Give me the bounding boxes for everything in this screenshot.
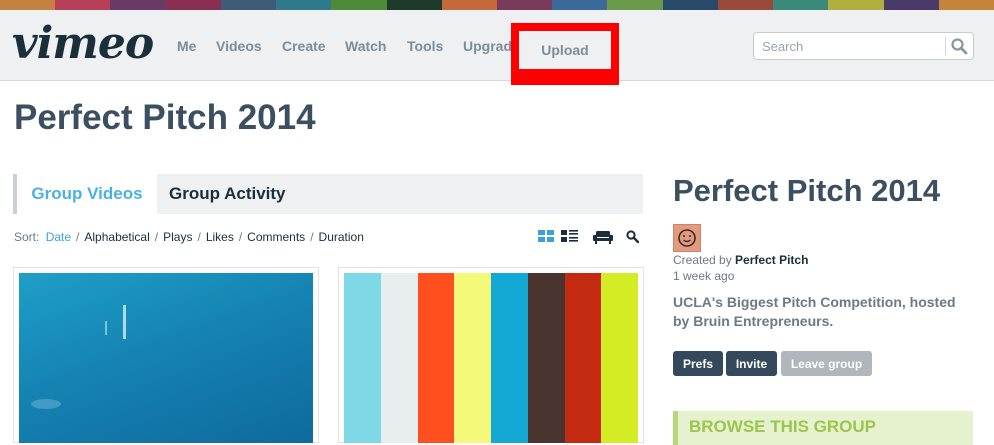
group-tabs: Group Videos Group Activity — [13, 174, 643, 214]
vimeo-logo[interactable]: vimeo — [12, 22, 154, 66]
thumbnail-color-stripe — [601, 273, 638, 443]
nav-item-videos[interactable]: Videos — [216, 38, 262, 54]
search-box[interactable]: Search — [753, 32, 974, 60]
stripe-segment — [773, 0, 829, 10]
sort-label: Sort: — [14, 230, 40, 244]
stripe-segment — [331, 0, 387, 10]
stripe-segment — [386, 0, 442, 10]
stripe-segment — [165, 0, 221, 10]
stripe-segment — [828, 0, 884, 10]
leave-group-button[interactable]: Leave group — [781, 351, 872, 376]
upload-button[interactable]: Upload — [519, 31, 611, 69]
stripe-segment — [883, 0, 939, 10]
nav-item-watch[interactable]: Watch — [345, 38, 386, 54]
video-thumbnail-image — [19, 273, 313, 443]
thumbnail-color-stripe — [417, 273, 455, 443]
created-time: 1 week ago — [673, 269, 735, 283]
thumbnail-color-stripe — [344, 273, 381, 443]
video-thumbnail-image — [344, 273, 638, 443]
stripe-segment — [607, 0, 663, 10]
created-by: Created by Perfect Pitch — [673, 253, 808, 267]
thumbnail-color-stripe — [454, 273, 491, 443]
brand-color-stripe — [0, 0, 994, 10]
grid-view-icon[interactable] — [538, 230, 554, 243]
nav-item-me[interactable]: Me — [177, 38, 196, 54]
stripe-segment — [662, 0, 718, 10]
stripe-segment — [55, 0, 111, 10]
stripe-segment — [110, 0, 166, 10]
sort-option-plays[interactable]: Plays — [163, 230, 192, 244]
invite-button[interactable]: Invite — [726, 351, 777, 376]
page-title: Perfect Pitch 2014 — [14, 98, 316, 137]
thumbnail-color-stripe — [491, 273, 528, 443]
sort-bar: Sort: Date / Alphabetical / Plays / Likes / Comm… — [14, 230, 364, 244]
search-divider — [945, 37, 946, 55]
sort-option-date[interactable]: Date — [46, 230, 71, 244]
stripe-segment — [552, 0, 608, 10]
video-thumbnail[interactable] — [13, 267, 319, 443]
sort-option-likes[interactable]: Likes — [206, 230, 234, 244]
nav-item-tools[interactable]: Tools — [407, 38, 443, 54]
upload-highlight-box: Upload — [511, 23, 619, 85]
thumbnail-color-stripe — [380, 273, 418, 443]
stripe-segment — [0, 0, 56, 10]
sort-option-alphabetical[interactable]: Alphabetical — [84, 230, 149, 244]
search-videos-icon[interactable] — [626, 230, 639, 243]
group-description: UCLA's Biggest Pitch Competition, hosted… — [673, 294, 956, 329]
browse-group-heading: BROWSE THIS GROUP — [689, 417, 877, 436]
prefs-button[interactable]: Prefs — [673, 351, 723, 376]
thumbnail-color-stripe — [527, 273, 565, 443]
nav-item-upgrade[interactable]: Upgrad — [463, 38, 512, 54]
couch-mode-icon[interactable] — [593, 230, 613, 244]
thumbnail-color-stripe — [564, 273, 602, 443]
stripe-segment — [938, 0, 994, 10]
stripe-segment — [717, 0, 774, 10]
search-input[interactable]: Search — [762, 39, 803, 54]
stripe-segment — [276, 0, 332, 10]
top-navigation-bar: vimeo Me Videos Create Watch Tools Upgra… — [0, 10, 994, 85]
search-icon[interactable] — [950, 37, 968, 55]
creator-link[interactable]: Perfect Pitch — [735, 253, 808, 267]
face-icon — [678, 229, 696, 247]
nav-item-create[interactable]: Create — [282, 38, 326, 54]
stripe-segment — [441, 0, 497, 10]
group-title: Perfect Pitch 2014 — [673, 173, 941, 208]
sort-option-comments[interactable]: Comments — [247, 230, 305, 244]
browse-group-section: BROWSE THIS GROUP — [673, 411, 973, 445]
tab-group-activity[interactable]: Group Activity — [169, 174, 286, 214]
video-thumbnail[interactable] — [338, 267, 644, 443]
stripe-segment — [220, 0, 277, 10]
created-by-label: Created by — [673, 253, 732, 267]
list-view-icon[interactable] — [561, 230, 578, 243]
avatar[interactable] — [673, 224, 701, 252]
tab-group-videos[interactable]: Group Videos — [17, 174, 157, 214]
sort-option-duration[interactable]: Duration — [319, 230, 364, 244]
stripe-segment — [496, 0, 553, 10]
